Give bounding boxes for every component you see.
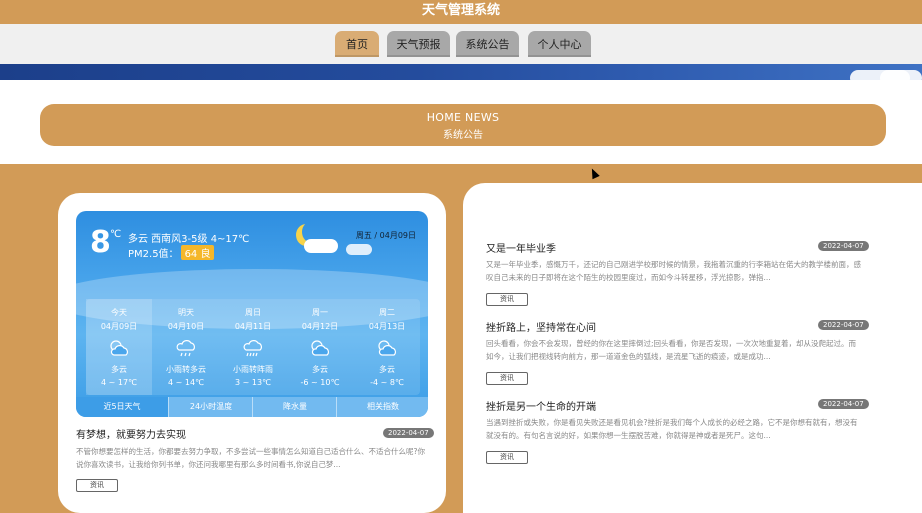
forecast-condition: 多云 (111, 365, 127, 374)
forecast-condition: 小雨转多云 (166, 365, 206, 374)
left-news-title[interactable]: 有梦想，就要努力去实现 (76, 426, 186, 441)
left-news-tag-button[interactable]: 资讯 (76, 479, 118, 492)
forecast-day: 明天 04月10日 小雨转多云 4 ~ 14℃ (153, 299, 219, 395)
news-excerpt: 当遇到挫折或失败，你是看见失败还是看见机会?挫折是我们每个人成长的必经之路，它不… (486, 418, 858, 440)
weather-widget: 8 ℃ 多云 西南风3-5级 4~17℃ PM2.5值： 64 良 周五 / 04… (76, 211, 428, 417)
news-header-cn: 系统公告 (443, 130, 483, 141)
news-header-en: HOME NEWS (426, 111, 500, 124)
nav-forecast[interactable]: 天气预报 (387, 31, 450, 57)
pm25-readout: PM2.5值： 64 良 (128, 245, 215, 260)
forecast-condition: 小雨转阵雨 (233, 365, 273, 374)
app-title: 天气管理系统 (421, 3, 500, 18)
forecast-day: 今天 04月09日 多云 4 ~ 17℃ (86, 299, 152, 395)
news-tag-button[interactable]: 资讯 (486, 451, 528, 464)
forecast-day-name: 周一 (312, 308, 328, 317)
partly-cloudy-icon (106, 338, 132, 358)
news-title[interactable]: 挫折是另一个生命的开端 (486, 398, 596, 413)
news-date: 2022-04-07 (818, 320, 869, 330)
news-header: HOME NEWS 系统公告 (40, 104, 886, 146)
nav-home[interactable]: 首页 (335, 31, 379, 57)
main-nav: 首页 天气预报 系统公告 个人中心 (0, 24, 922, 64)
forecast-range: -4 ~ 8℃ (370, 378, 404, 387)
news-title[interactable]: 挫折路上，坚持常在心间 (486, 319, 596, 334)
news-date: 2022-04-07 (818, 399, 869, 409)
news-tag-button[interactable]: 资讯 (486, 372, 528, 385)
app-title-bar: 天气管理系统 (0, 0, 922, 24)
forecast-range: 4 ~ 14℃ (167, 378, 205, 387)
pm25-label: PM2.5值： (128, 249, 179, 260)
pm25-badge: 64 良 (180, 245, 215, 260)
forecast-strip: 今天 04月09日 多云 4 ~ 17℃ 明天 04月10日 小雨转多云 4 ~… (86, 299, 420, 395)
partly-cloudy-icon (374, 338, 400, 358)
left-news-excerpt: 不管你想要怎样的生活，你都要去努力争取，不多尝试一些事情怎么知道自己适合什么、不… (76, 447, 425, 469)
news-title[interactable]: 又是一年毕业季 (486, 240, 556, 255)
news-excerpt: 回头看看，你会不会发现，曾经的你在这里摔倒过;回头看看，你是否发现，一次次地重复… (486, 339, 857, 361)
forecast-day-name: 今天 (111, 308, 127, 317)
temperature-unit: ℃ (110, 229, 122, 240)
watermark: CSDN @CK3038 (805, 478, 918, 494)
weather-date: 周五 / 04月09日 (355, 231, 416, 240)
forecast-day-date: 04月11日 (234, 322, 272, 331)
weather-tabs: 近5日天气 24小时温度 降水量 相关指数 (76, 397, 428, 417)
tab-indices[interactable]: 相关指数 (336, 397, 428, 417)
cloud-icon (880, 70, 922, 80)
banner-image (0, 64, 922, 80)
forecast-day-name: 周二 (379, 308, 395, 317)
left-news-date: 2022-04-07 (383, 428, 434, 438)
cloud-icon (346, 244, 372, 255)
news-date: 2022-04-07 (818, 241, 869, 251)
forecast-range: 4 ~ 17℃ (100, 378, 138, 387)
rain-icon (240, 338, 266, 358)
forecast-day-date: 04月09日 (100, 322, 138, 331)
forecast-day: 周二 04月13日 多云 -4 ~ 8℃ (354, 299, 420, 395)
partly-cloudy-icon (307, 338, 333, 358)
forecast-day: 周日 04月11日 小雨转阵雨 3 ~ 13℃ (220, 299, 286, 395)
weather-summary: 多云 西南风3-5级 4~17℃ (128, 234, 250, 245)
forecast-condition: 多云 (379, 365, 395, 374)
forecast-condition: 多云 (312, 365, 328, 374)
forecast-day-date: 04月12日 (301, 322, 339, 331)
light-rain-icon (173, 338, 199, 358)
news-tag-button[interactable]: 资讯 (486, 293, 528, 306)
forecast-day-date: 04月13日 (368, 322, 406, 331)
tab-24h-temp[interactable]: 24小时温度 (168, 397, 253, 417)
tab-5day[interactable]: 近5日天气 (76, 397, 168, 417)
tab-precipitation[interactable]: 降水量 (252, 397, 337, 417)
forecast-range: -6 ~ 10℃ (300, 378, 340, 387)
forecast-day-date: 04月10日 (167, 322, 205, 331)
forecast-day-name: 明天 (178, 308, 194, 317)
news-excerpt: 又是一年毕业季，感慨万千，还记的自己刚进学校那时候的情景，我拖着沉重的行李箱站在… (486, 260, 861, 282)
nav-profile[interactable]: 个人中心 (528, 31, 591, 57)
forecast-range: 3 ~ 13℃ (234, 378, 272, 387)
current-temperature: 8 (90, 225, 111, 260)
forecast-day-name: 周日 (245, 308, 261, 317)
cloud-icon (304, 239, 338, 253)
nav-announcements[interactable]: 系统公告 (456, 31, 519, 57)
forecast-day: 周一 04月12日 多云 -6 ~ 10℃ (287, 299, 353, 395)
